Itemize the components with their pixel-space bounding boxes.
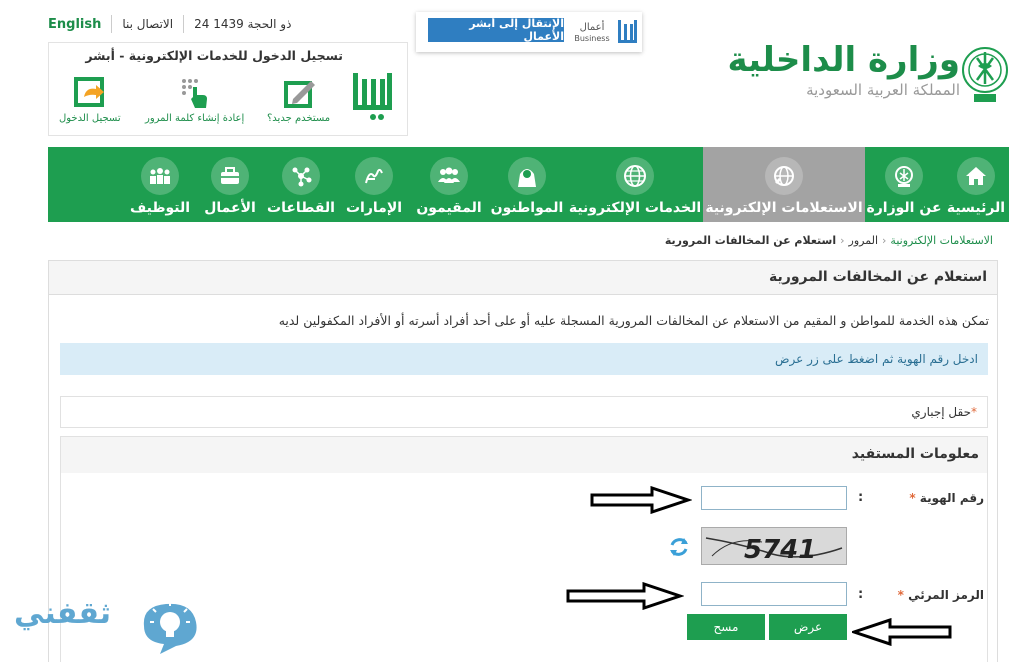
business-mark-icon [618, 20, 637, 43]
top-bar: English الاتصال بنا 24 ذو الحجة 1439 [48, 14, 291, 34]
id-number-label-text: رقم الهوية [919, 491, 984, 505]
ministry-logo[interactable]: وزارة الداخلية المملكة العربية السعودية [728, 40, 960, 100]
absher-title: تسجيل الدخول للخدمات الإلكترونية - أبشر [85, 48, 343, 63]
business-logo-ar: أعمال [579, 22, 605, 33]
lightbulb-icon [143, 602, 197, 654]
required-star: * [971, 405, 977, 419]
captcha-label-text: الرمز المرئي [908, 588, 984, 602]
saudi-emblem-icon [962, 47, 1008, 102]
chevron-left-icon: ‹ [882, 234, 887, 247]
breadcrumb-current: استعلام عن المخالفات المرورية [664, 234, 837, 247]
refresh-captcha-icon[interactable] [667, 535, 691, 559]
colon: : [858, 490, 864, 505]
nav-item-employment[interactable]: التوظيف [125, 147, 195, 222]
captcha-image: 5741 [701, 527, 847, 565]
sectors-icon [282, 157, 320, 195]
annotation-arrow-right-icon [566, 582, 684, 610]
nav-item-business[interactable]: الأعمال [195, 147, 265, 222]
watermark-text: ثقفني [14, 596, 112, 631]
nav-label: الرئيسية [946, 200, 1006, 216]
english-link[interactable]: English [48, 17, 101, 32]
required-star: * [909, 491, 916, 505]
annotation-arrow-left-icon [852, 618, 952, 646]
breadcrumb: الاستعلامات الإلكترونية ‹ المرور ‹ استعل… [665, 234, 993, 247]
nav-label: الأعمال [204, 200, 256, 216]
main-nav: الرئيسية عن الوزارة الاستعلامات الإلكترو… [48, 147, 1009, 222]
nav-item-inquiries[interactable]: الاستعلامات الإلكترونية [703, 147, 865, 222]
employment-icon [141, 157, 179, 195]
required-note: *حقل إجباري [60, 396, 988, 428]
breadcrumb-traffic[interactable]: المرور [849, 234, 878, 247]
divider [183, 15, 185, 33]
required-text: حقل إجباري [911, 405, 971, 419]
colon: : [858, 587, 864, 602]
absher-business-button[interactable]: الإنتقال إلى أبشر الأعمال [428, 17, 564, 43]
divider [111, 15, 113, 33]
nav-label: القطاعات [267, 200, 335, 216]
nav-item-residents[interactable]: المقيمون [411, 147, 487, 222]
nav-item-emirates[interactable]: الإمارات [337, 147, 411, 222]
briefcase-icon [211, 157, 249, 195]
absher-business-banner: الإنتقال إلى أبشر الأعمال أعمال Business [416, 12, 642, 52]
pen-signup-icon [283, 81, 315, 108]
ministry-name: وزارة الداخلية [727, 40, 960, 80]
nav-label: المواطنون [490, 200, 564, 216]
reset-password-label: إعادة إنشاء كلمة المرور [145, 113, 245, 124]
nav-item-sectors[interactable]: القطاعات [265, 147, 337, 222]
section-title: معلومات المستفيد [61, 437, 987, 473]
login-label: تسجيل الدخول [59, 113, 121, 124]
business-logo-en: Business [574, 34, 610, 43]
globe-icon [616, 157, 654, 195]
hand-keypad-icon [181, 79, 207, 108]
service-description: تمكن هذه الخدمة للمواطن و المقيم من الاس… [278, 313, 989, 328]
nav-label: الاستعلامات الإلكترونية [705, 200, 863, 216]
contact-link[interactable]: الاتصال بنا [122, 17, 173, 31]
nav-label: الإمارات [345, 200, 403, 216]
captcha-label: الرمز المرئي * [898, 588, 984, 602]
nav-label: الخدمات الإلكترونية [568, 200, 702, 216]
login-arrow-icon [73, 77, 104, 107]
nav-item-about[interactable]: عن الوزارة [865, 147, 943, 222]
globe-search-icon [765, 157, 803, 195]
captcha-text: 5741 [744, 535, 816, 565]
absher-logo [353, 73, 392, 120]
show-button[interactable]: عرض [769, 614, 847, 640]
residents-icon [430, 157, 468, 195]
required-star: * [897, 588, 904, 602]
page-title: استعلام عن المخالفات المرورية [49, 261, 997, 295]
annotation-arrow-right-icon [590, 486, 692, 514]
nav-item-citizens[interactable]: المواطنون [487, 147, 567, 222]
clear-button[interactable]: مسح [687, 614, 765, 640]
reset-password-action[interactable]: إعادة إنشاء كلمة المرور [145, 77, 244, 124]
nav-label: عن الوزارة [866, 200, 942, 216]
nav-item-eservices[interactable]: الخدمات الإلكترونية [567, 147, 703, 222]
nav-label: التوظيف [129, 200, 191, 216]
captcha-input[interactable] [701, 582, 847, 606]
hijri-date: 24 ذو الحجة 1439 [194, 17, 292, 31]
absher-login-panel: تسجيل الدخول للخدمات الإلكترونية - أبشر … [48, 42, 408, 136]
new-user-action[interactable]: مستخدم جديد؟ [267, 77, 330, 124]
instruction-alert: ادخل رقم الهوية ثم اضغط على زر عرض [60, 343, 988, 375]
breadcrumb-inquiries[interactable]: الاستعلامات الإلكترونية [890, 234, 993, 247]
citizen-icon [508, 157, 546, 195]
id-number-input[interactable] [701, 486, 847, 510]
kingdom-name: المملكة العربية السعودية [806, 81, 960, 99]
chevron-left-icon: ‹ [840, 234, 845, 247]
login-action[interactable]: تسجيل الدخول [59, 77, 121, 124]
emirates-icon [355, 157, 393, 195]
nav-label: المقيمون [416, 200, 482, 216]
new-user-label: مستخدم جديد؟ [267, 113, 331, 124]
id-number-label: رقم الهوية * [909, 491, 984, 505]
business-logo: أعمال Business [570, 16, 638, 48]
nav-item-home[interactable]: الرئيسية [943, 147, 1009, 222]
ministry-icon [885, 157, 923, 195]
home-icon [957, 157, 995, 195]
